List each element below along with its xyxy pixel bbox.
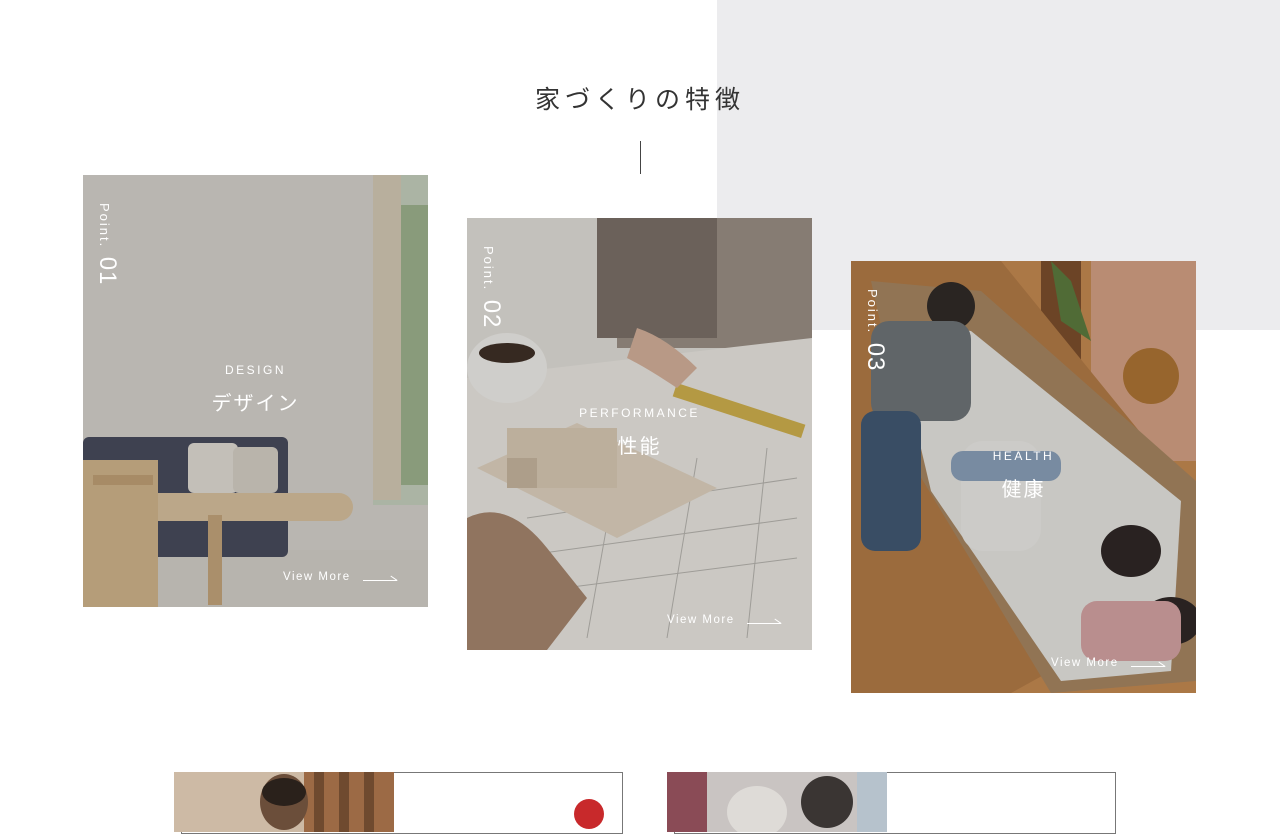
point-number: 01 bbox=[94, 256, 121, 286]
bottom-card-left[interactable] bbox=[174, 772, 623, 834]
view-more-link[interactable]: View More bbox=[1051, 657, 1165, 669]
card-title-en: HEALTH bbox=[992, 449, 1055, 463]
arrow-right-icon bbox=[362, 574, 397, 581]
card-title-jp: 健康 bbox=[1001, 477, 1046, 501]
card-title-en: PERFORMANCE bbox=[579, 406, 700, 420]
point-text: Point. bbox=[481, 246, 496, 292]
arrow-right-icon bbox=[746, 617, 781, 624]
section-title: 家づくりの特徴 bbox=[534, 85, 745, 114]
view-more-link[interactable]: View More bbox=[283, 571, 397, 583]
feature-card-design[interactable]: Point. 01 DESIGN デザイン View More bbox=[83, 175, 428, 607]
card-title-en: DESIGN bbox=[224, 363, 286, 377]
staff-photo bbox=[174, 772, 394, 832]
bottom-card-right[interactable] bbox=[667, 772, 1116, 834]
card-title-jp: デザイン bbox=[211, 391, 300, 415]
arrow-right-icon bbox=[1130, 660, 1165, 667]
title-divider bbox=[640, 141, 641, 174]
point-label: Point. 02 bbox=[477, 246, 505, 328]
point-number: 02 bbox=[478, 299, 505, 329]
feature-card-health[interactable]: Point. 03 HEALTH 健康 View More bbox=[851, 261, 1196, 693]
view-more-label: View More bbox=[283, 571, 351, 583]
point-text: Point. bbox=[97, 203, 112, 249]
point-label: Point. 03 bbox=[861, 289, 889, 371]
view-more-link[interactable]: View More bbox=[667, 614, 781, 626]
point-number: 03 bbox=[862, 342, 889, 372]
feature-card-performance[interactable]: Point. 02 PERFORMANCE 性能 View More bbox=[467, 218, 812, 650]
point-label: Point. 01 bbox=[93, 203, 121, 285]
red-badge bbox=[574, 799, 604, 829]
family-photo bbox=[667, 772, 887, 832]
card-title-jp: 性能 bbox=[617, 434, 662, 458]
point-text: Point. bbox=[865, 289, 880, 335]
view-more-label: View More bbox=[1051, 657, 1119, 669]
view-more-label: View More bbox=[667, 614, 735, 626]
